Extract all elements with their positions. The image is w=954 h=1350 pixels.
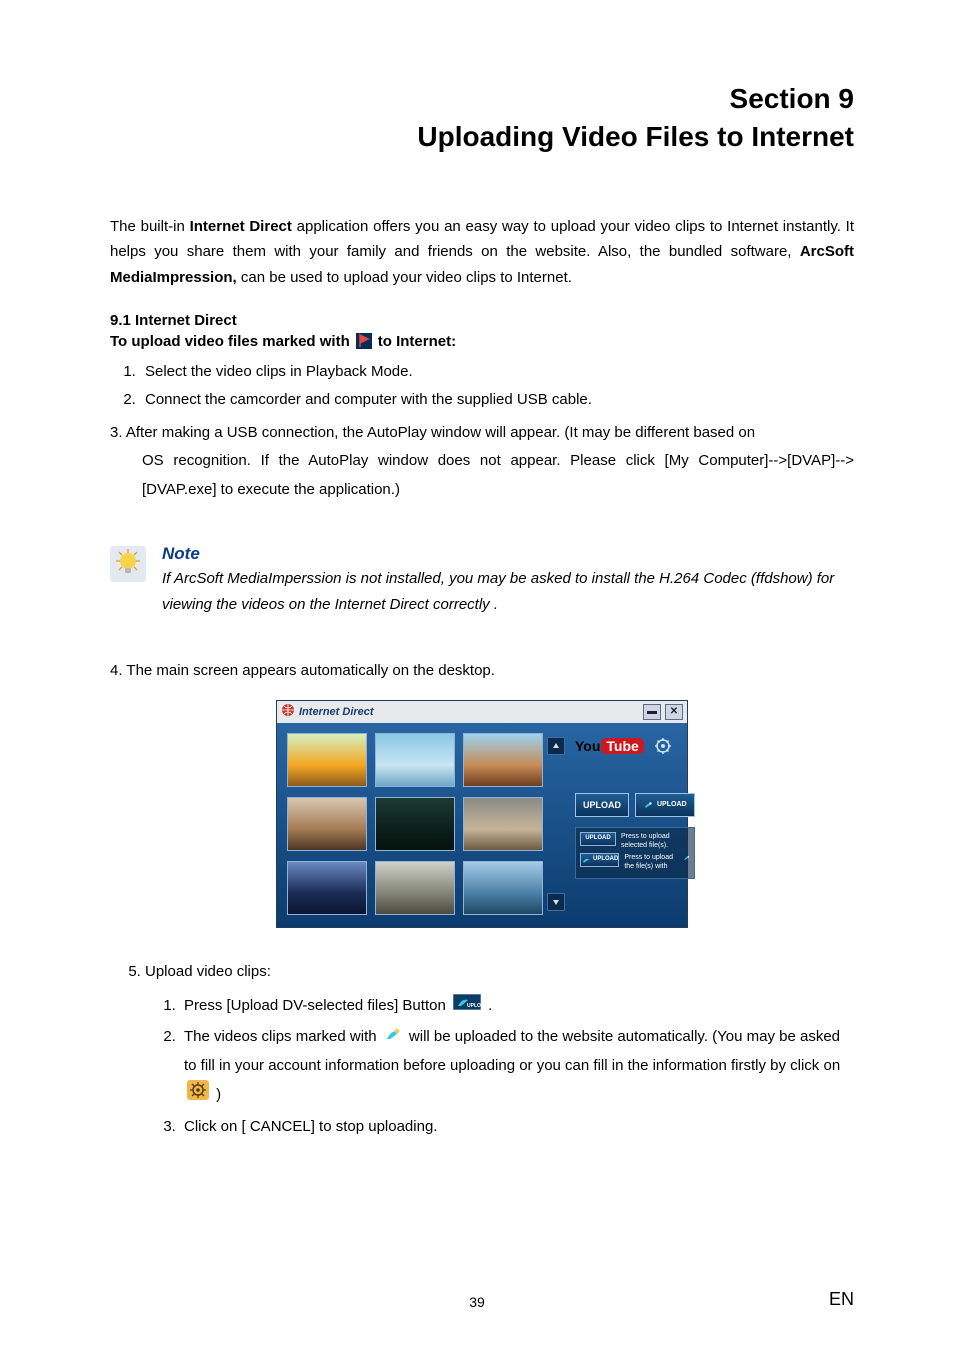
page-number: 39 [0, 1294, 954, 1310]
svg-text:UPLOAD: UPLOAD [467, 1003, 481, 1009]
legend-row-1: UPLOAD Press to upload selected file(s). [580, 832, 690, 850]
scroll-up-icon[interactable] [547, 737, 565, 755]
upload-instruction-line: To upload video files marked with to Int… [110, 333, 854, 350]
step-2: Connect the camcorder and computer with … [140, 386, 854, 415]
step-5-3: Click on [ CANCEL] to stop uploading. [180, 1113, 854, 1142]
note-block: Note If ArcSoft MediaImperssion is not i… [110, 544, 854, 617]
video-thumbnail[interactable] [463, 797, 543, 851]
step-3: 3. After making a USB connection, the Au… [110, 419, 854, 505]
video-thumbnail[interactable] [375, 733, 455, 787]
section-title: Uploading Video Files to Internet [110, 118, 854, 156]
youtube-row: YouTube [575, 737, 695, 755]
legend-box: UPLOAD Press to upload selected file(s).… [575, 827, 695, 879]
intro-paragraph: The built-in Internet Direct application… [110, 214, 854, 291]
step-1: Select the video clips in Playback Mode. [140, 358, 854, 387]
note-text: If ArcSoft MediaImperssion is not instal… [162, 566, 854, 617]
video-thumbnail[interactable] [287, 733, 367, 787]
mark-inline-icon [384, 1023, 402, 1052]
dv-upload-inline-icon: UPLOAD [453, 992, 481, 1021]
intro-text-1: The built-in [110, 218, 190, 235]
upload-suffix: to Internet: [378, 333, 456, 350]
step-5-label: Upload video clips: [145, 963, 271, 980]
gear-inline-icon [187, 1080, 209, 1111]
step-5-2: The videos clips marked with will be upl… [180, 1023, 854, 1111]
document-page: Section 9 Uploading Video Files to Inter… [0, 0, 954, 1350]
step-5-2-suffix: ) [216, 1086, 221, 1103]
video-thumbnail[interactable] [375, 861, 455, 915]
upload-prefix: To upload video files marked with [110, 333, 350, 350]
app-titlebar[interactable]: Internet Direct ▬ ✕ [277, 701, 687, 723]
section-heading: Section 9 Uploading Video Files to Inter… [110, 80, 854, 156]
legend-upload-badge: UPLOAD [580, 832, 616, 846]
step-5-1-suffix: . [488, 997, 492, 1014]
upload-button[interactable]: UPLOAD [575, 793, 629, 817]
legend-text-2: Press to upload the file(s) with [624, 853, 679, 871]
dv-upload-button[interactable]: UPLOAD [635, 793, 695, 817]
app-globe-icon [281, 703, 295, 720]
section-number: Section 9 [110, 80, 854, 118]
step-3-body: OS recognition. If the AutoPlay window d… [110, 447, 854, 504]
legend-text-1: Press to upload selected file(s). [621, 832, 690, 850]
language-code: EN [829, 1289, 854, 1310]
video-thumbnail[interactable] [463, 733, 543, 787]
step-5-list: Upload video clips: Press [Upload DV-sel… [110, 958, 854, 1141]
close-button[interactable]: ✕ [665, 704, 683, 720]
steps-1-2-list: Select the video clips in Playback Mode.… [110, 358, 854, 415]
scroll-down-icon[interactable] [547, 893, 565, 911]
app-body: YouTube UPLOAD UPLOAD UPLOAD [277, 723, 687, 927]
step-5-head: Upload video clips: Press [Upload DV-sel… [145, 958, 854, 1141]
video-thumbnail[interactable] [375, 797, 455, 851]
video-thumbnail[interactable] [287, 797, 367, 851]
internet-direct-window: Internet Direct ▬ ✕ [276, 700, 688, 928]
step-3-line1: 3. After making a USB connection, the Au… [110, 424, 755, 441]
intro-bold-1: Internet Direct [190, 218, 292, 235]
step-4: 4. The main screen appears automatically… [110, 657, 854, 686]
flag-mark-icon [356, 333, 372, 349]
intro-text-3: can be used to upload your video clips t… [237, 269, 572, 286]
step-5-sublist: Press [Upload DV-selected files] Button … [145, 992, 854, 1141]
youtube-you: You [575, 738, 600, 754]
settings-gear-icon[interactable] [654, 737, 672, 755]
legend-dv-upload-badge: UPLOAD [580, 853, 619, 867]
mark-icon [683, 853, 690, 863]
step-5-1: Press [Upload DV-selected files] Button … [180, 992, 854, 1021]
note-content: Note If ArcSoft MediaImperssion is not i… [162, 544, 854, 617]
step-5-1-prefix: Press [Upload DV-selected files] Button [184, 997, 446, 1014]
youtube-tube: Tube [601, 738, 643, 754]
upload-buttons-row: UPLOAD UPLOAD [575, 793, 695, 817]
lightbulb-icon [110, 546, 146, 582]
dv-upload-label: UPLOAD [657, 801, 687, 808]
legend-dv-label: UPLOAD [593, 856, 618, 864]
note-title: Note [162, 544, 854, 564]
video-thumbnail[interactable] [287, 861, 367, 915]
step-5-2-prefix: The videos clips marked with [184, 1028, 377, 1045]
thumbnail-grid [287, 733, 543, 915]
side-panel: YouTube UPLOAD UPLOAD UPLOAD [569, 733, 701, 915]
app-title: Internet Direct [299, 706, 374, 718]
legend-row-2: UPLOAD Press to upload the file(s) with [580, 853, 690, 871]
minimize-button[interactable]: ▬ [643, 704, 661, 720]
scroll-column [543, 733, 569, 915]
subsection-heading: 9.1 Internet Direct [110, 310, 854, 333]
youtube-logo: YouTube [575, 738, 644, 754]
video-thumbnail[interactable] [463, 861, 543, 915]
